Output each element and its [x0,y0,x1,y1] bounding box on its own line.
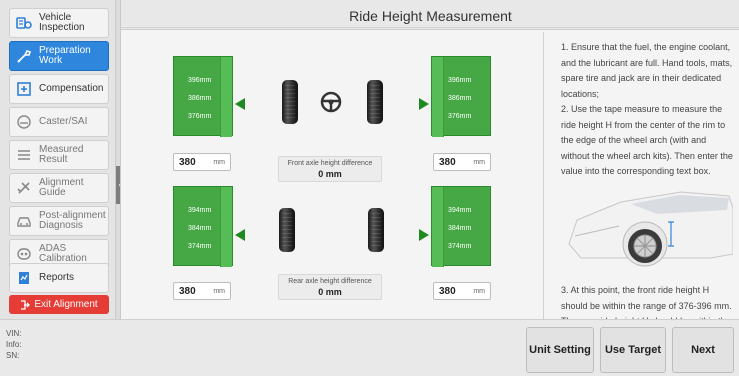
height-unit: mm [213,287,225,295]
use-target-button[interactable]: Use Target [600,327,666,373]
car-ride-height-illustration [568,191,733,267]
ride-height-diagram: 396mm 386mm 376mm 396mm 386mm 376mm 380 … [121,32,541,319]
sidebar-item-reports[interactable]: Reports [9,263,109,293]
sidebar-item-alignment-guide[interactable]: Alignment Guide [9,173,109,203]
gauge-tick: 386mm [188,95,212,102]
sidebar-item-caster-sai[interactable]: Caster/SAI [9,107,109,137]
gauge-tick: 376mm [448,113,472,120]
gauge-tick: 376mm [188,113,212,120]
rear-diff-label: Rear axle height difference [288,278,372,285]
front-right-marker [419,98,429,110]
sidebar-item-preparation-work[interactable]: Preparation Work [9,41,109,71]
main-panel: Ride Height Measurement 396mm 386mm 376m… [120,0,739,319]
gauge-tick: 384mm [188,225,212,232]
sidebar-item-label: Compensation [39,83,104,94]
alignment-guide-icon [15,179,33,197]
gauge-tick: 384mm [448,225,472,232]
adas-calibration-icon [15,245,33,263]
front-right-gauge: 396mm 386mm 376mm [431,56,491,137]
rear-left-marker [235,229,245,241]
front-left-tire [282,80,298,124]
sidebar-item-label: Post-alignment Diagnosis [39,210,106,231]
sn-label: SN: [6,351,20,360]
sidebar-item-label: Reports [39,272,75,283]
vehicle-info: VIN: Info: SN: [6,328,22,361]
rear-right-marker [419,229,429,241]
gauge-tick: 374mm [188,243,212,250]
app-window: Vehicle Inspection Preparation Work Comp… [0,0,739,376]
sidebar-item-vehicle-inspection[interactable]: Vehicle Inspection [9,8,109,38]
rear-right-gauge: 394mm 384mm 374mm [431,186,491,267]
sidebar-item-label: Measured Result [39,144,84,165]
gauge-tick: 396mm [448,77,472,84]
vin-label: VIN: [6,329,22,338]
height-value: 380 [179,156,196,168]
front-left-height-input[interactable]: 380 mm [173,153,231,171]
caster-sai-icon [15,113,33,131]
info-label: Info: [6,340,22,349]
unit-setting-button[interactable]: Unit Setting [526,327,594,373]
next-button[interactable]: Next [672,327,734,373]
steering-wheel-icon [320,91,342,113]
sidebar-item-compensation[interactable]: Compensation [9,74,109,104]
sidebar-item-measured-result[interactable]: Measured Result [9,140,109,170]
front-diff-label: Front axle height difference [287,160,373,167]
gauge-tick: 394mm [448,207,472,214]
front-right-tire [367,80,383,124]
height-unit: mm [473,287,485,295]
height-value: 380 [179,285,196,297]
front-axle-difference: Front axle height difference 0 mm [278,156,382,182]
sidebar: Vehicle Inspection Preparation Work Comp… [0,0,116,319]
rear-right-tire [368,208,384,252]
measured-result-icon [15,146,33,164]
rear-left-height-input[interactable]: 380 mm [173,282,231,300]
exit-alignment-button[interactable]: Exit Alignment [9,295,109,314]
exit-icon [20,299,31,310]
instructions-text: 1. Ensure that the fuel, the engine cool… [561,42,733,176]
height-unit: mm [473,158,485,166]
gauge-tick: 394mm [188,207,212,214]
sidebar-item-label: Caster/SAI [39,116,88,127]
sidebar-item-label: Preparation Work [39,45,91,66]
rear-left-gauge: 394mm 384mm 374mm [173,186,233,267]
exit-alignment-label: Exit Alignment [34,299,98,310]
sidebar-item-post-alignment-diagnosis[interactable]: Post-alignment Diagnosis [9,206,109,236]
gauge-tick: 386mm [448,95,472,102]
sidebar-item-label: ADAS Calibration [39,243,87,264]
height-value: 380 [439,156,456,168]
post-alignment-diagnosis-icon [15,212,33,230]
compensation-icon [15,80,33,98]
front-diff-value: 0 mm [318,169,342,179]
gauge-tick: 374mm [448,243,472,250]
instructions-step3-text: 3. At this point, the front ride height … [561,285,732,319]
page-title: Ride Height Measurement [121,8,739,28]
footer-bar: VIN: Info: SN: Unit Setting Use Target N… [0,319,739,376]
front-right-height-input[interactable]: 380 mm [433,153,491,171]
rear-left-tire [279,208,295,252]
vehicle-inspection-icon [15,14,33,32]
reports-icon [15,269,33,287]
front-left-marker [235,98,245,110]
sidebar-item-label: Vehicle Inspection [39,12,85,33]
gauge-tick: 396mm [188,77,212,84]
rear-axle-difference: Rear axle height difference 0 mm [278,274,382,300]
panel-divider [543,32,544,319]
front-left-gauge: 396mm 386mm 376mm [173,56,233,137]
rear-right-height-input[interactable]: 380 mm [433,282,491,300]
rear-diff-value: 0 mm [318,287,342,297]
height-unit: mm [213,158,225,166]
height-value: 380 [439,285,456,297]
sidebar-item-label: Alignment Guide [39,177,84,198]
preparation-work-icon [15,47,33,65]
